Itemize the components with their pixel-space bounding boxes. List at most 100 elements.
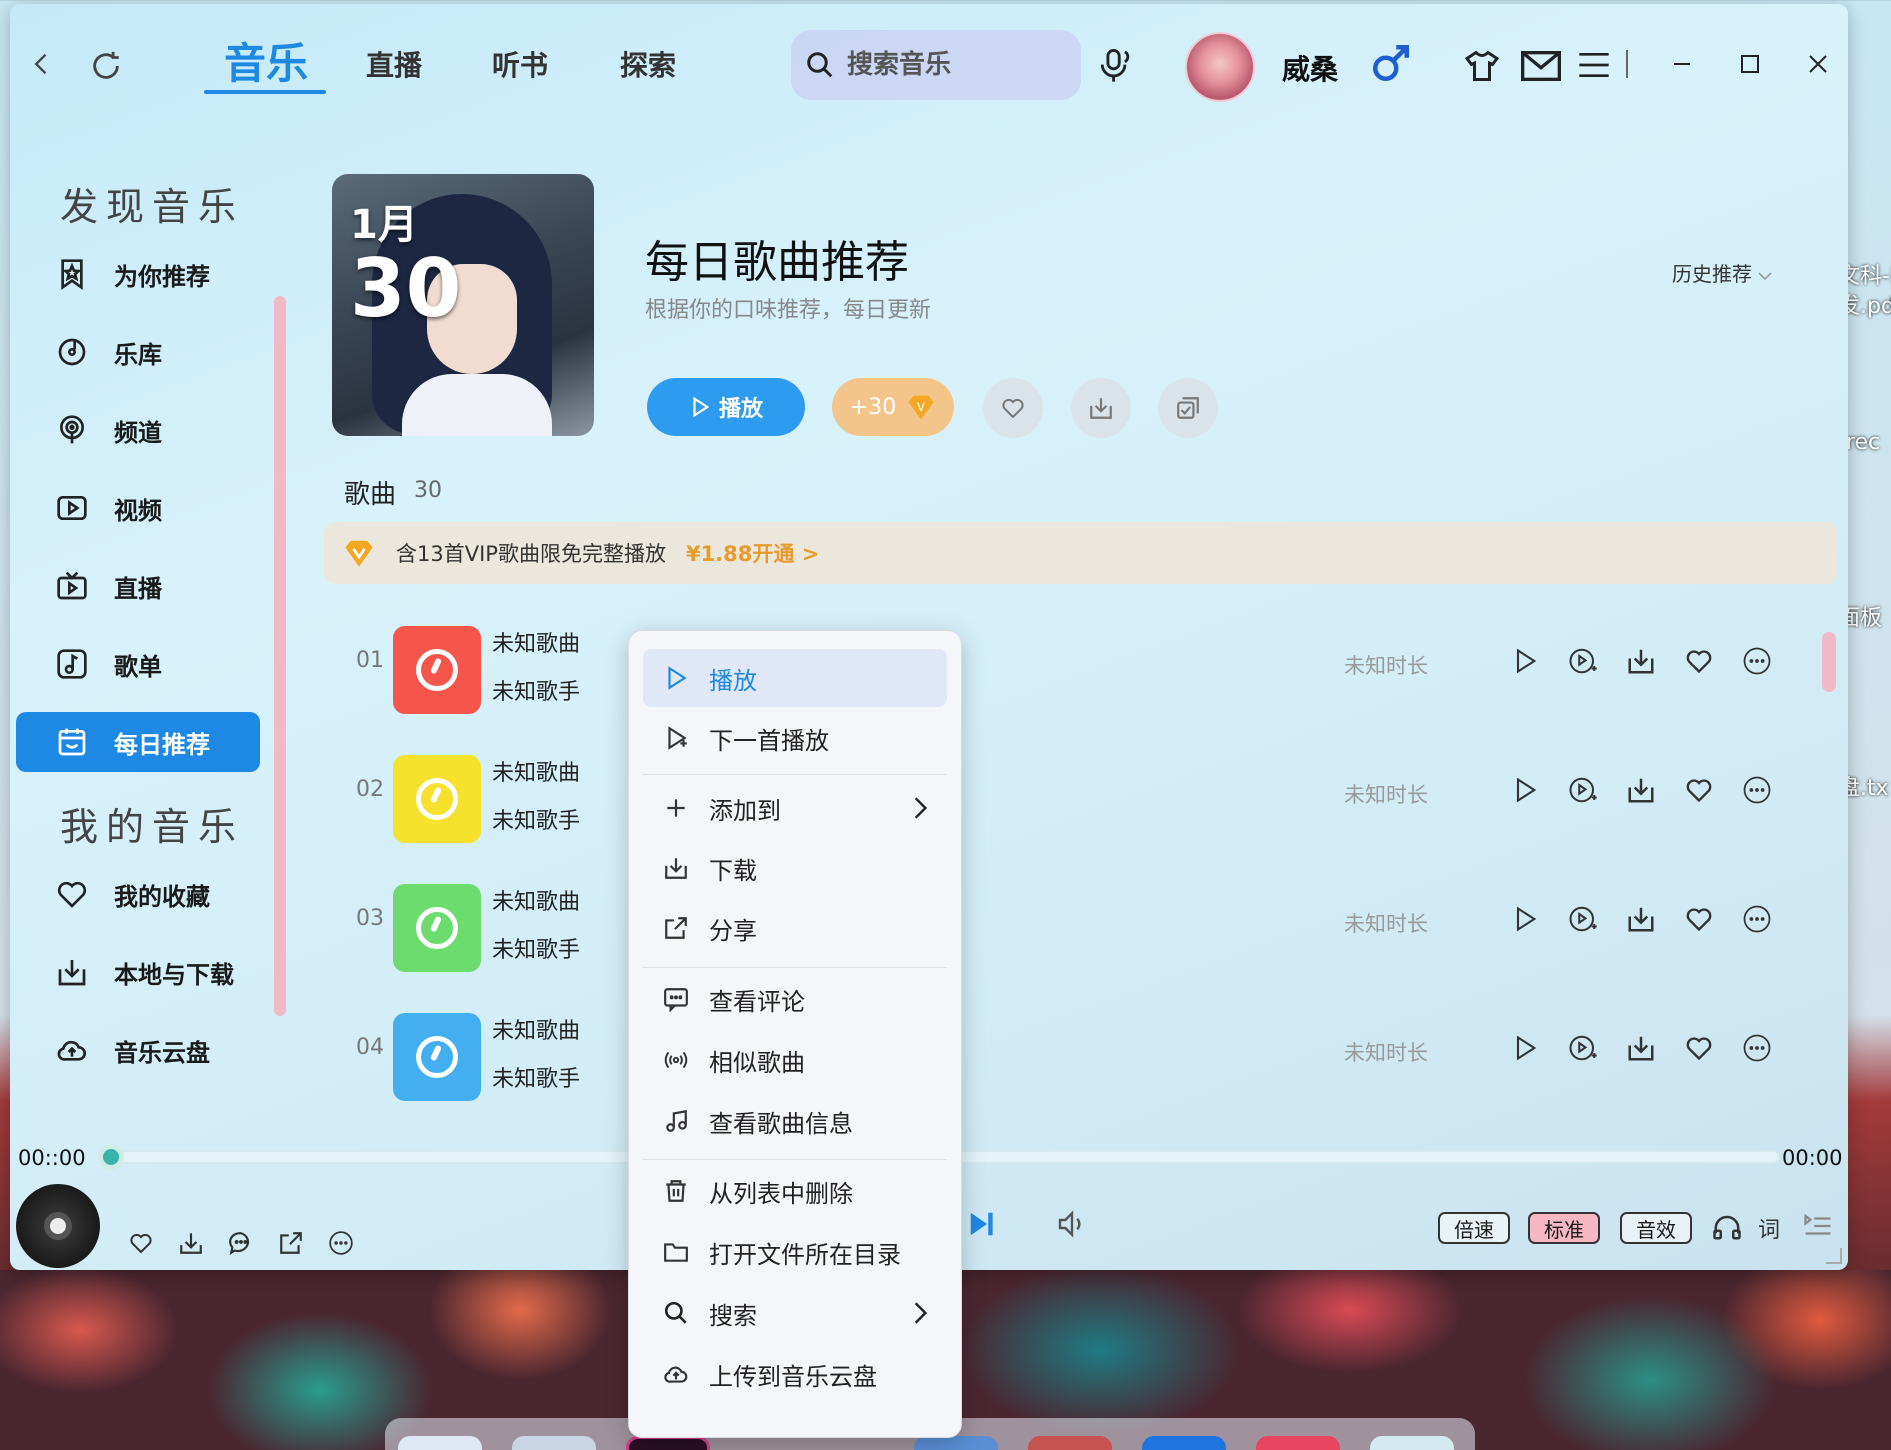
progress-handle[interactable] [98,1144,124,1170]
menu-item-song-info[interactable]: 查看歌曲信息 [643,1092,947,1150]
dock-app-3[interactable] [626,1436,710,1450]
dock-app-6[interactable] [1142,1436,1226,1450]
heart-icon[interactable] [126,1228,156,1258]
dock-app-4[interactable] [914,1436,998,1450]
minimize-icon[interactable] [1666,48,1698,80]
play-icon[interactable] [1508,1031,1542,1065]
sidebar-item-cloud[interactable]: 音乐云盘 [16,1020,260,1080]
mail-icon[interactable] [1520,48,1562,84]
dock-app-5[interactable] [1028,1436,1112,1450]
back-icon[interactable] [24,46,60,82]
avatar[interactable] [1185,32,1255,102]
play-icon[interactable] [1508,644,1542,678]
song-title[interactable]: 未知歌曲 [492,755,580,787]
menu-item-open-folder[interactable]: 打开文件所在目录 [643,1223,947,1281]
tab-live[interactable]: 直播 [366,44,422,84]
play-next-icon[interactable] [1566,644,1600,678]
download-icon[interactable] [1624,644,1658,678]
table-row[interactable]: 04 未知歌曲 未知歌手 未知时长 [340,999,1840,1101]
vip-open-link[interactable]: ¥1.88开通 > [686,538,819,568]
download-icon[interactable] [1624,902,1658,936]
song-title[interactable]: 未知歌曲 [492,1013,580,1045]
more-icon[interactable] [1740,644,1774,678]
playlist-queue-icon[interactable] [1800,1208,1836,1244]
song-artist[interactable]: 未知歌手 [492,803,580,835]
sidebar-item-local-download[interactable]: 本地与下载 [16,942,260,1002]
play-next-icon[interactable] [1566,902,1600,936]
song-title[interactable]: 未知歌曲 [492,884,580,916]
table-row[interactable]: 01 未知歌曲 未知歌手 未知时长 [340,612,1840,714]
search-box[interactable] [791,30,1081,100]
speed-button[interactable]: 倍速 [1438,1212,1510,1244]
download-icon[interactable] [1624,1031,1658,1065]
song-title[interactable]: 未知歌曲 [492,626,580,658]
download-icon[interactable] [1624,773,1658,807]
menu-item-play-next[interactable]: 下一首播放 [643,709,947,767]
favorite-all-button[interactable] [983,378,1043,438]
next-track-icon[interactable] [962,1204,1002,1244]
skin-shirt-icon[interactable] [1462,46,1502,86]
download-all-button[interactable] [1071,378,1131,438]
sidebar-item-video[interactable]: 视频 [16,478,260,538]
sidebar-item-library[interactable]: 乐库 [16,322,260,382]
menu-item-comments[interactable]: 查看评论 [643,970,947,1028]
heart-icon[interactable] [1682,902,1716,936]
search-input[interactable] [847,50,1047,80]
heart-icon[interactable] [1682,773,1716,807]
vip-notice-bar[interactable]: 含13首VIP歌曲限免完整播放 ¥1.88开通 > [324,522,1838,584]
sidebar-scrollbar[interactable] [274,296,286,1016]
sidebar-item-daily[interactable]: 每日推荐 [16,712,260,772]
more-icon[interactable] [1740,902,1774,936]
table-row[interactable]: 03 未知歌曲 未知歌手 未知时长 [340,870,1840,972]
sidebar-item-live[interactable]: 直播 [16,556,260,616]
vip-plus-button[interactable]: +30 V [832,378,954,436]
username[interactable]: 威桑 [1282,48,1338,88]
tab-audiobook[interactable]: 听书 [492,44,548,84]
menu-item-add-to[interactable]: 添加到 [643,779,947,837]
menu-item-share[interactable]: 分享 [643,899,947,957]
play-all-button[interactable]: 播放 [647,378,805,436]
sidebar-item-playlist[interactable]: 歌单 [16,634,260,694]
table-row[interactable]: 02 未知歌曲 未知歌手 未知时长 [340,741,1840,843]
more-icon[interactable] [1740,773,1774,807]
lyrics-button[interactable]: 词 [1758,1212,1780,1244]
voice-search-icon[interactable] [1095,44,1135,88]
quality-button[interactable]: 标准 [1528,1212,1600,1244]
song-artist[interactable]: 未知歌手 [492,1061,580,1093]
history-dropdown[interactable]: 历史推荐 [1672,258,1772,287]
dock-app-8[interactable] [1370,1436,1454,1450]
sidebar-item-channel[interactable]: 频道 [16,400,260,460]
more-icon[interactable] [1740,1031,1774,1065]
resize-grip-icon[interactable] [1826,1248,1842,1264]
play-icon[interactable] [1508,902,1542,936]
song-artist[interactable]: 未知歌手 [492,674,580,706]
tab-explore[interactable]: 探索 [620,44,676,84]
headphone-icon[interactable] [1710,1210,1744,1244]
dock-app-1[interactable] [398,1436,482,1450]
volume-icon[interactable] [1052,1204,1092,1244]
play-icon[interactable] [1508,773,1542,807]
sound-effect-button[interactable]: 音效 [1620,1212,1692,1244]
more-icon[interactable] [326,1228,356,1258]
menu-item-play[interactable]: 播放 [643,649,947,707]
close-icon[interactable] [1802,48,1834,80]
menu-item-upload-cloud[interactable]: 上传到音乐云盘 [643,1345,947,1403]
tab-music[interactable]: 音乐 [224,30,308,91]
dock-app-2[interactable] [512,1436,596,1450]
menu-item-download[interactable]: 下载 [643,839,947,897]
menu-item-similar[interactable]: 相似歌曲 [643,1031,947,1089]
dock-app-7[interactable] [1256,1436,1340,1450]
sidebar-item-favorites[interactable]: 我的收藏 [16,864,260,924]
song-artist[interactable]: 未知歌手 [492,932,580,964]
now-playing-disc[interactable] [16,1184,100,1268]
play-next-icon[interactable] [1566,1031,1600,1065]
heart-icon[interactable] [1682,644,1716,678]
heart-icon[interactable] [1682,1031,1716,1065]
sidebar-item-recommend[interactable]: 为你推荐 [16,244,260,304]
menu-item-search[interactable]: 搜索 [643,1284,947,1342]
menu-icon[interactable] [1576,48,1612,82]
menu-item-remove[interactable]: 从列表中删除 [643,1162,947,1220]
comment-icon[interactable] [226,1228,256,1258]
refresh-icon[interactable] [86,46,126,86]
maximize-icon[interactable] [1734,48,1766,80]
